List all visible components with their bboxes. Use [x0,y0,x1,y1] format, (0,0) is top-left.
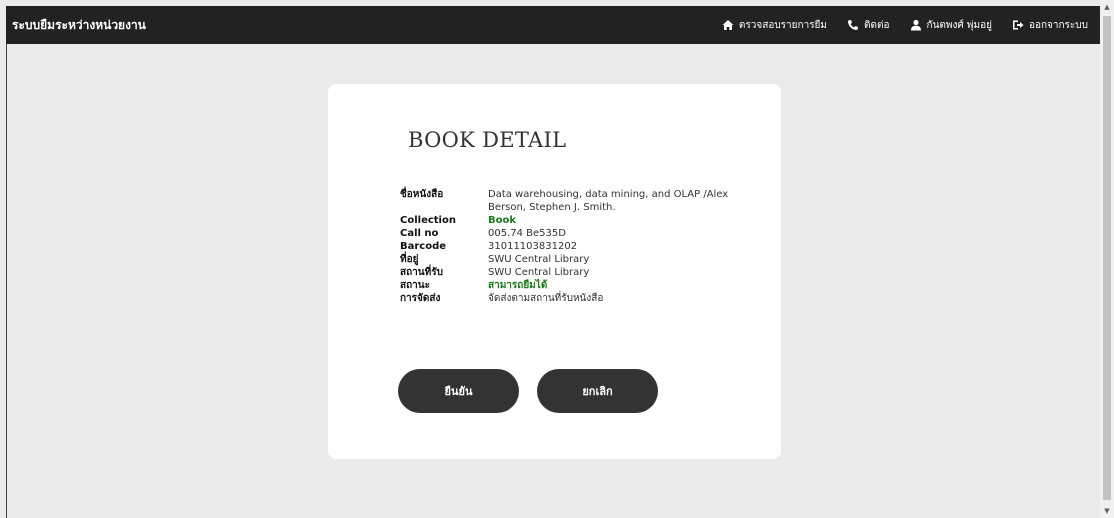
detail-value: Book [488,215,517,226]
detail-row-title: ชื่อหนังสือ Data warehousing, data minin… [400,188,738,214]
phone-icon [847,19,859,31]
brand-title[interactable]: ระบบยืมระหว่างหน่วยงาน [12,16,146,35]
vertical-scrollbar[interactable]: ▲ ▼ [1100,0,1114,518]
detail-row-barcode: Barcode 31011103831202 [400,240,738,253]
detail-row-location: ที่อยู่ SWU Central Library [400,253,738,266]
top-navbar: ระบบยืมระหว่างหน่วยงาน ตรวจสอบรายการยืม … [6,6,1100,44]
detail-value: SWU Central Library [488,254,590,265]
detail-row-collection: Collection Book [400,214,738,227]
page-title: BOOK DETAIL [408,128,567,152]
status-badge: สามารถยืมได้ [488,280,548,291]
detail-label: การจัดส่ง [400,293,441,304]
scroll-thumb[interactable] [1103,16,1111,500]
scroll-down-arrow-icon[interactable]: ▼ [1100,504,1114,518]
nav-label: กันตพงศ์ พุ่มอยู่ [926,19,992,31]
detail-row-pickup: สถานที่รับ SWU Central Library [400,266,738,279]
nav-logout[interactable]: ออกจากระบบ [1012,18,1088,33]
app-frame: ระบบยืมระหว่างหน่วยงาน ตรวจสอบรายการยืม … [6,6,1100,518]
scroll-up-arrow-icon[interactable]: ▲ [1100,0,1114,14]
confirm-button[interactable]: ยืนยัน [398,369,519,413]
detail-label: ที่อยู่ [400,254,419,265]
detail-label: Collection [400,215,456,226]
detail-value: Data warehousing, data mining, and OLAP … [488,189,729,213]
nav-label: ตรวจสอบรายการยืม [738,19,828,31]
book-detail-card: BOOK DETAIL ชื่อหนังสือ Data warehousing… [328,84,781,459]
logout-icon [1012,19,1024,31]
nav-label: ออกจากระบบ [1028,19,1088,31]
detail-label: Barcode [400,241,447,252]
book-details: ชื่อหนังสือ Data warehousing, data minin… [400,188,738,305]
detail-label: สถานะ [400,280,430,291]
nav-links: ตรวจสอบรายการยืม ติดต่อ กันตพงศ์ พุ่มอยู… [702,18,1088,33]
detail-value: 005.74 Be535D [488,228,566,239]
detail-value: จัดส่งตามสถานที่รับหนังสือ [488,293,604,304]
detail-label: ชื่อหนังสือ [400,189,444,200]
nav-contact[interactable]: ติดต่อ [847,18,890,33]
nav-label: ติดต่อ [864,19,890,31]
detail-label: Call no [400,228,439,239]
detail-row-callno: Call no 005.74 Be535D [400,227,738,240]
user-icon [910,19,922,31]
detail-label: สถานที่รับ [400,267,443,278]
detail-value: SWU Central Library [488,267,590,278]
detail-value: 31011103831202 [488,241,578,252]
nav-user-profile[interactable]: กันตพงศ์ พุ่มอยู่ [910,18,992,33]
cancel-button[interactable]: ยกเลิก [537,369,658,413]
detail-row-delivery: การจัดส่ง จัดส่งตามสถานที่รับหนังสือ [400,292,738,305]
nav-check-loans[interactable]: ตรวจสอบรายการยืม [722,18,827,33]
home-icon [722,19,734,31]
window-border [6,44,7,518]
detail-row-status: สถานะ สามารถยืมได้ [400,279,738,292]
